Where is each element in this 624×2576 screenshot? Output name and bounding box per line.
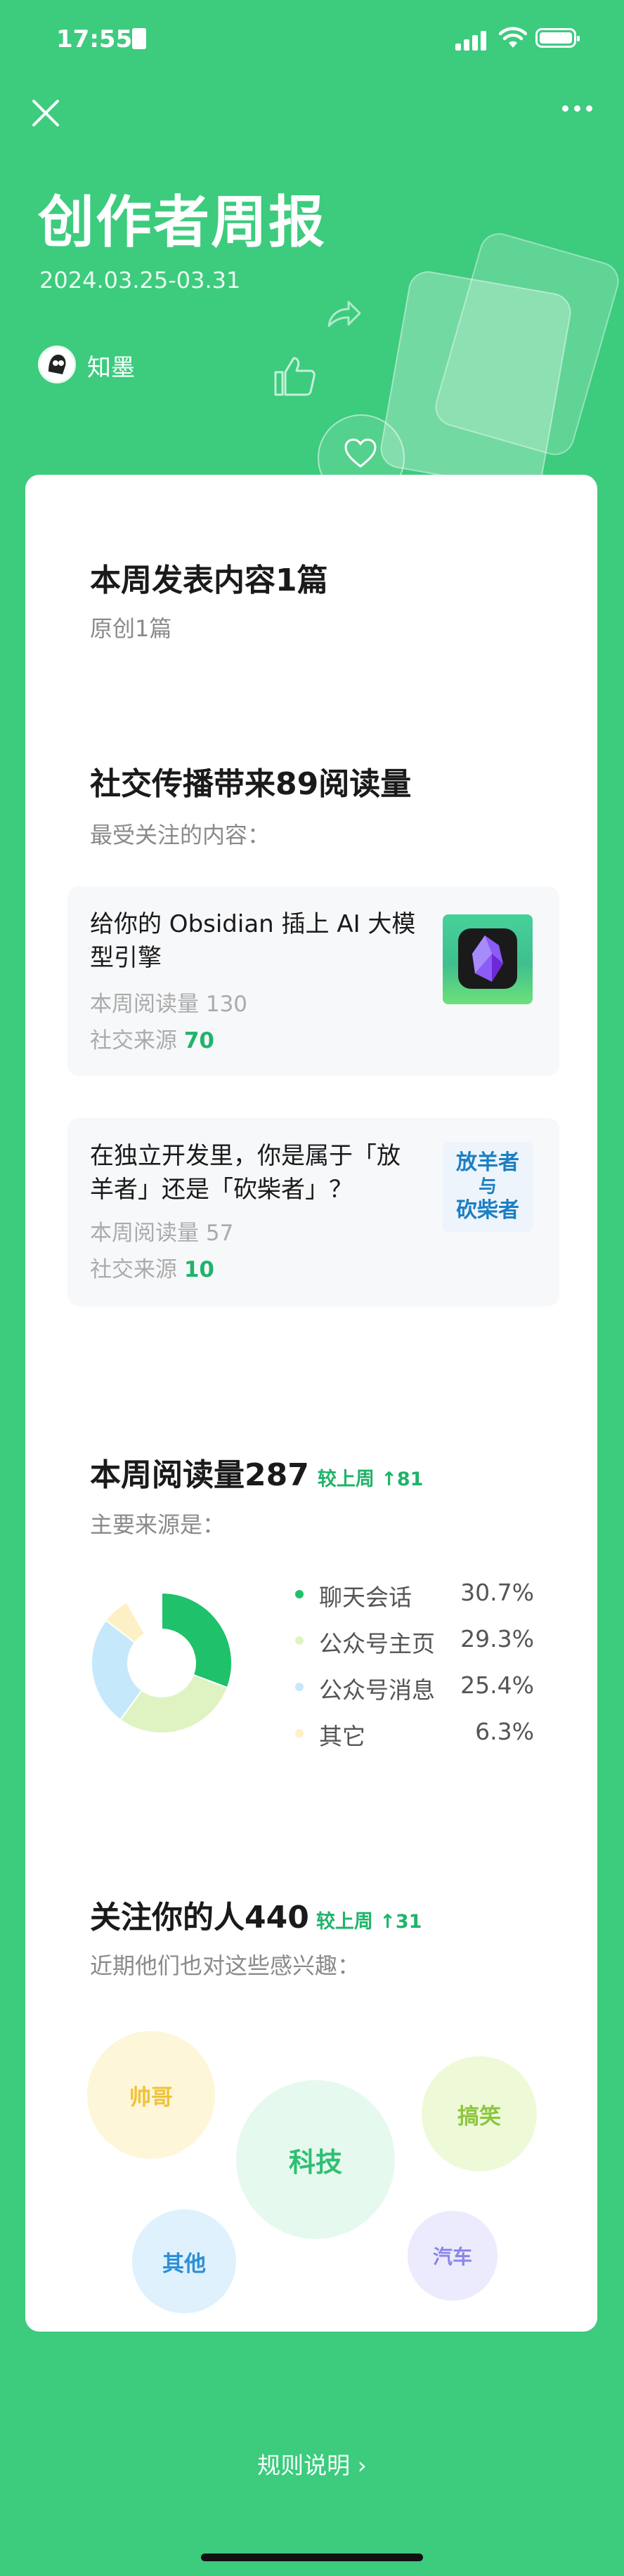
decorative-card-shape xyxy=(377,268,574,494)
legend-dot xyxy=(295,1729,304,1737)
article-thumbnail: 放羊者 与 砍柴者 xyxy=(443,1142,533,1232)
reads-heading: 本周阅读量287 xyxy=(90,1457,309,1493)
cellular-signal-icon xyxy=(455,31,486,51)
chevron-right-icon: › xyxy=(350,2452,367,2479)
article-reads: 本周阅读量 130 xyxy=(90,992,248,1017)
heart-icon xyxy=(344,438,377,468)
thumbs-up-icon xyxy=(274,357,316,396)
obsidian-thumbnail-icon xyxy=(443,914,533,1004)
reads-sub: 主要来源是： xyxy=(90,1511,226,1538)
article-social: 社交来源 10 xyxy=(90,1257,214,1282)
social-heading: 社交传播带来89阅读量 xyxy=(90,766,412,802)
donut-slice xyxy=(161,1591,233,1689)
interest-bubble: 搞笑 xyxy=(422,2056,537,2171)
publish-sub: 原创1篇 xyxy=(90,615,172,642)
avatar[interactable] xyxy=(38,346,76,383)
article-card[interactable]: 给你的 Obsidian 插上 AI 大模型引擎 本周阅读量 130 社交来源 … xyxy=(67,886,559,1076)
reads-heading-row: 本周阅读量287 较上周 ↑81 xyxy=(90,1450,423,1494)
rules-link[interactable]: 规则说明 › xyxy=(0,2447,624,2480)
author-name[interactable]: 知墨 xyxy=(87,348,135,383)
sim-card-icon xyxy=(132,28,146,49)
battery-icon xyxy=(535,28,580,48)
article-reads: 本周阅读量 57 xyxy=(90,1221,234,1246)
interest-bubble: 其他 xyxy=(132,2209,236,2313)
legend-dot xyxy=(295,1636,304,1645)
more-options-icon[interactable] xyxy=(562,105,592,112)
publish-heading: 本周发表内容1篇 xyxy=(90,563,328,598)
legend-dot xyxy=(295,1683,304,1691)
page-title: 创作者周报 xyxy=(38,190,326,255)
followers-sub: 近期他们也对这些感兴趣： xyxy=(90,1952,360,1979)
article-title: 在独立开发里，你是属于「放羊者」还是「砍柴者」？ xyxy=(90,1142,401,1204)
followers-heading-row: 关注你的人440 较上周 ↑31 xyxy=(90,1892,422,1937)
donut-slice xyxy=(119,1674,228,1734)
reads-delta: 较上周 ↑81 xyxy=(317,1468,424,1490)
status-time: 17:55 xyxy=(56,25,133,53)
article-title: 给你的 Obsidian 插上 AI 大模型引擎 xyxy=(90,910,416,972)
home-indicator xyxy=(201,2554,423,2561)
article-card[interactable]: 在独立开发里，你是属于「放羊者」还是「砍柴者」？ 本周阅读量 57 社交来源 1… xyxy=(67,1118,559,1306)
share-arrow-icon xyxy=(327,301,361,327)
article-social: 社交来源 70 xyxy=(90,1028,214,1053)
date-range: 2024.03.25-03.31 xyxy=(39,267,241,294)
close-icon[interactable] xyxy=(28,96,63,131)
reads-source-donut-chart xyxy=(91,1591,233,1734)
followers-delta: 较上周 ↑31 xyxy=(316,1911,422,1933)
interest-bubble: 帅哥 xyxy=(87,2031,215,2159)
wifi-icon xyxy=(499,27,527,48)
legend-dot xyxy=(295,1590,304,1598)
followers-heading: 关注你的人440 xyxy=(90,1900,309,1936)
social-sub: 最受关注的内容： xyxy=(90,822,271,848)
interest-bubble: 科技 xyxy=(236,2080,395,2239)
interest-bubble: 汽车 xyxy=(408,2211,498,2301)
